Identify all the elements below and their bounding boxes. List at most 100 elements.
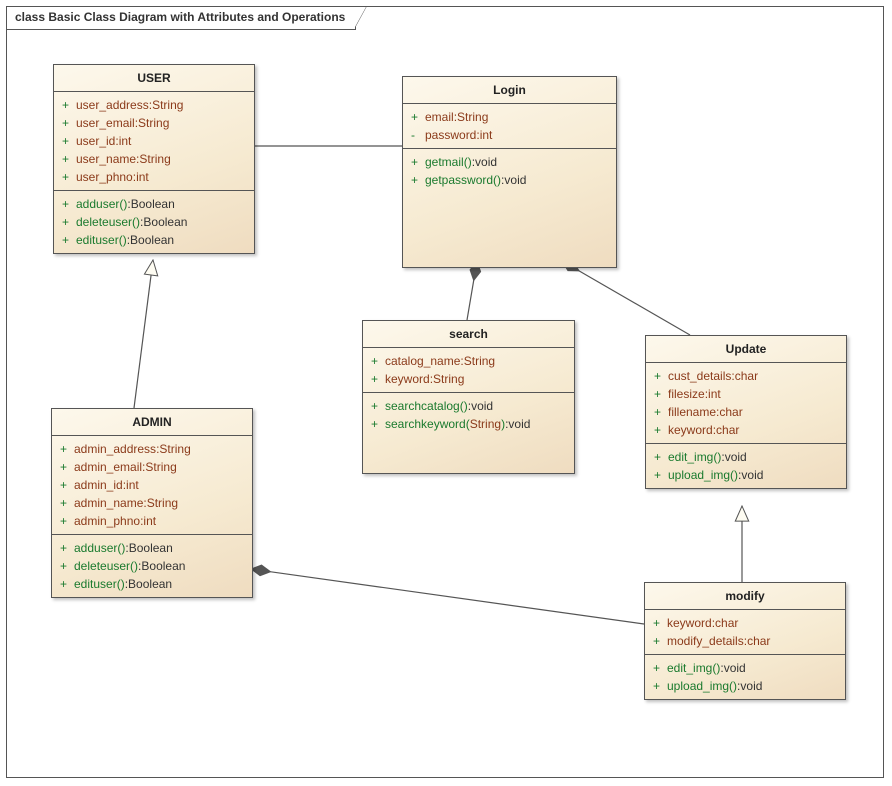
op-name: edituser (74, 576, 117, 592)
attribute-row: +user_name: String (54, 150, 254, 168)
attribute-row: +catalog_name: String (363, 352, 574, 370)
operation-row: +deleteuser(): Boolean (52, 557, 252, 575)
op-name: edit_img (668, 449, 713, 465)
visibility: + (654, 404, 668, 420)
operation-row: +adduser(): Boolean (52, 539, 252, 557)
attribute-row: +keyword: char (646, 421, 846, 439)
attr-name: user_address (76, 97, 149, 113)
attr-type: String (457, 109, 488, 125)
attribute-row: +admin_email: String (52, 458, 252, 476)
attribute-row: +user_id: int (54, 132, 254, 150)
attr-name: user_name (76, 151, 136, 167)
class-update-attributes: +cust_details: char+filesize: int+fillen… (646, 363, 846, 444)
class-login-attributes: +email: String-password: int (403, 104, 616, 149)
visibility: + (371, 371, 385, 387)
attribute-row: -password: int (403, 126, 616, 144)
attr-type: String (464, 353, 495, 369)
attribute-row: +admin_phno: int (52, 512, 252, 530)
operation-row: +edit_img(): void (646, 448, 846, 466)
op-name: searchcatalog (385, 398, 460, 414)
attr-type: char (747, 633, 770, 649)
attribute-row: +email: String (403, 108, 616, 126)
op-name: edit_img (667, 660, 712, 676)
class-search[interactable]: search +catalog_name: String+keyword: St… (362, 320, 575, 474)
op-name: deleteuser (76, 214, 132, 230)
visibility: + (371, 416, 385, 432)
visibility: + (653, 615, 667, 631)
class-admin[interactable]: ADMIN +admin_address: String+admin_email… (51, 408, 253, 598)
visibility: + (62, 214, 76, 230)
op-name: getpassword (425, 172, 493, 188)
comp-admin-modify (251, 569, 644, 624)
op-name: upload_img (668, 467, 730, 483)
attr-name: user_id (76, 133, 115, 149)
class-user-header: USER (54, 65, 254, 92)
visibility: + (371, 353, 385, 369)
attr-type: String (152, 97, 183, 113)
visibility: + (60, 477, 74, 493)
visibility: + (62, 196, 76, 212)
visibility: + (654, 386, 668, 402)
operation-row: +adduser(): Boolean (54, 195, 254, 213)
op-return: void (725, 449, 747, 465)
diagram-title-tab: class Basic Class Diagram with Attribute… (6, 6, 356, 30)
op-name: upload_img (667, 678, 729, 694)
op-name: searchkeyword (385, 416, 466, 432)
op-return: void (741, 467, 763, 483)
visibility: + (411, 154, 425, 170)
op-name: adduser (74, 540, 117, 556)
visibility: + (62, 151, 76, 167)
operation-row: +getpassword(): void (403, 171, 616, 189)
attr-name: password (425, 127, 476, 143)
attribute-row: +cust_details: char (646, 367, 846, 385)
visibility: + (60, 576, 74, 592)
visibility: + (60, 540, 74, 556)
visibility: + (411, 172, 425, 188)
attr-name: user_phno (76, 169, 133, 185)
attribute-row: +keyword: String (363, 370, 574, 388)
attr-type: String (139, 151, 170, 167)
visibility: + (654, 449, 668, 465)
class-modify[interactable]: modify +keyword: char+modify_details: ch… (644, 582, 846, 700)
diagram-frame: class Basic Class Diagram with Attribute… (6, 6, 884, 778)
visibility: + (371, 398, 385, 414)
visibility: + (60, 513, 74, 529)
class-search-attributes: +catalog_name: String+keyword: String (363, 348, 574, 393)
operation-row: +edit_img(): void (645, 659, 845, 677)
class-modify-operations: +edit_img(): void+upload_img(): void (645, 655, 845, 699)
visibility: + (62, 133, 76, 149)
attr-name: admin_email (74, 459, 142, 475)
attr-type: char (715, 615, 738, 631)
attribute-row: +modify_details: char (645, 632, 845, 650)
class-admin-header: ADMIN (52, 409, 252, 436)
attr-name: keyword (385, 371, 430, 387)
attr-name: admin_id (74, 477, 123, 493)
class-login[interactable]: Login +email: String-password: int +getm… (402, 76, 617, 268)
op-return: Boolean (141, 558, 185, 574)
op-name: deleteuser (74, 558, 130, 574)
visibility: + (62, 169, 76, 185)
operation-row: +searchcatalog(): void (363, 397, 574, 415)
op-return: void (508, 416, 530, 432)
gen-admin-user (134, 260, 153, 408)
operation-row: +upload_img(): void (646, 466, 846, 484)
operation-row: +getmail(): void (403, 153, 616, 171)
visibility: - (411, 127, 425, 143)
op-return: Boolean (129, 540, 173, 556)
attr-type: char (716, 422, 739, 438)
visibility: + (654, 467, 668, 483)
class-user[interactable]: USER +user_address: String+user_email: S… (53, 64, 255, 254)
visibility: + (654, 368, 668, 384)
class-update[interactable]: Update +cust_details: char+filesize: int… (645, 335, 847, 489)
attr-name: admin_phno (74, 513, 140, 529)
attr-type: String (138, 115, 169, 131)
attribute-row: +user_email: String (54, 114, 254, 132)
operation-row: +edituser(): Boolean (52, 575, 252, 593)
attr-name: fillename (668, 404, 716, 420)
attr-type: String (145, 459, 176, 475)
attr-name: admin_address (74, 441, 156, 457)
diagram-title-name: Basic Class Diagram with Attributes and … (48, 10, 345, 24)
class-search-operations: +searchcatalog(): void+searchkeyword(Str… (363, 393, 574, 473)
class-admin-operations: +adduser(): Boolean+deleteuser(): Boolea… (52, 535, 252, 597)
comp-login-update (562, 261, 690, 335)
